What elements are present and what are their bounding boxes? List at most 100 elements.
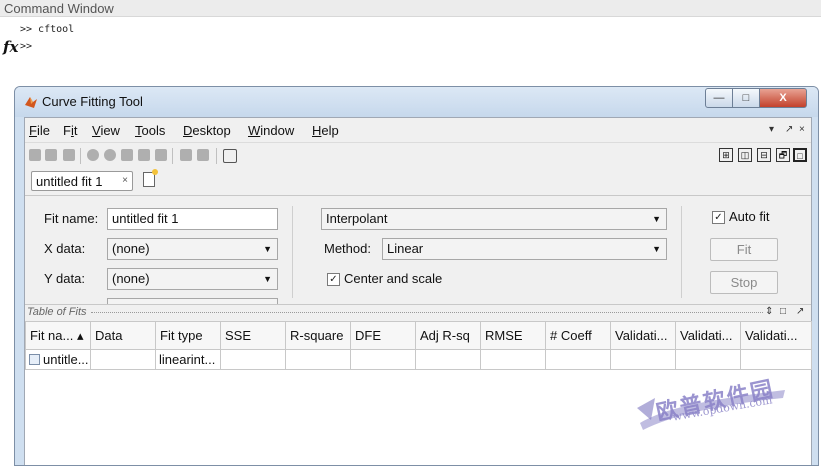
tab-close-icon[interactable]: × — [122, 175, 128, 186]
close-button[interactable]: X — [759, 88, 807, 108]
pan-hand-icon[interactable] — [121, 149, 133, 161]
command-window-title: Command Window — [0, 0, 821, 17]
layout-top-bottom-icon[interactable]: ⊟ — [757, 148, 771, 162]
fit-settings-panel: Fit name: untitled fit 1 X data: (none) ▼… — [25, 195, 811, 304]
fit-name-label: Fit name: — [44, 211, 99, 226]
menu-tools[interactable]: Tools — [135, 123, 165, 138]
menu-window[interactable]: Window — [248, 123, 294, 138]
toolbar-separator — [216, 148, 217, 164]
minimize-button[interactable]: — — [705, 88, 733, 108]
chevron-down-icon: ▼ — [263, 244, 272, 254]
maximize-button[interactable]: □ — [732, 88, 760, 108]
fit-button[interactable]: Fit — [710, 238, 778, 261]
table-cell-fit-type[interactable]: linearint... — [155, 349, 221, 370]
matlab-logo-icon — [25, 97, 37, 108]
menu-file[interactable]: File — [29, 123, 50, 138]
axes-limits-icon[interactable] — [223, 149, 237, 163]
new-fit-icon[interactable] — [143, 169, 158, 187]
table-cell[interactable] — [675, 349, 741, 370]
collapse-icon[interactable]: ⇕ — [765, 306, 773, 317]
window-title: Curve Fitting Tool — [42, 94, 143, 109]
column-header-validation-1[interactable]: Validati... — [610, 321, 676, 350]
data-cursor-icon[interactable] — [138, 149, 150, 161]
maximize-panel-icon[interactable]: □ — [780, 306, 786, 317]
title-bar[interactable]: Curve Fitting Tool — □ X — [15, 87, 818, 117]
column-header-validation-3[interactable]: Validati... — [740, 321, 812, 350]
table-of-fits-header: Table of Fits ⇕ □ ↗ — [25, 304, 811, 321]
fx-icon[interactable]: fx — [3, 38, 18, 56]
close-panel-icon[interactable]: × — [799, 124, 805, 135]
menu-collapse-icon[interactable]: ▾ — [769, 124, 774, 135]
legend-icon[interactable] — [180, 149, 192, 161]
chevron-down-icon: ▼ — [652, 244, 661, 254]
table-cell[interactable] — [740, 349, 812, 370]
table-cell[interactable] — [480, 349, 546, 370]
stop-button[interactable]: Stop — [710, 271, 778, 294]
method-label: Method: — [324, 241, 371, 256]
exclude-outliers-icon[interactable] — [155, 149, 167, 161]
column-header-num-coeff[interactable]: # Coeff — [545, 321, 611, 350]
y-data-select[interactable]: (none) ▼ — [107, 268, 278, 290]
x-data-select[interactable]: (none) ▼ — [107, 238, 278, 260]
table-cell[interactable] — [350, 349, 416, 370]
table-cell[interactable] — [545, 349, 611, 370]
toolbar-separator — [172, 148, 173, 164]
divider — [681, 206, 682, 298]
tab-label: untitled fit 1 — [36, 174, 103, 189]
fit-row-icon — [29, 354, 40, 365]
dock-grip[interactable] — [91, 312, 763, 313]
forward-icon[interactable] — [45, 149, 57, 161]
center-scale-checkbox[interactable]: ✓ — [327, 273, 340, 286]
column-header-adj-r-sq[interactable]: Adj R-sq — [415, 321, 481, 350]
undock-icon[interactable]: ↗ — [785, 124, 793, 135]
undock-icon[interactable]: ↗ — [796, 306, 804, 317]
table-cell[interactable] — [285, 349, 351, 370]
column-header-sse[interactable]: SSE — [220, 321, 286, 350]
command-prompt[interactable]: >> — [20, 41, 32, 52]
toolbar-separator — [80, 148, 81, 164]
table-cell[interactable] — [415, 349, 481, 370]
toolbar: ⊞ ◫ ⊟ 🗗 □ — [25, 142, 811, 169]
center-scale-label: Center and scale — [344, 271, 443, 286]
command-history-line: >> cftool — [20, 24, 75, 35]
menu-view[interactable]: View — [92, 123, 120, 138]
table-header-row: Fit na... ▴ Data Fit type SSE R-square D… — [25, 321, 812, 350]
divider — [292, 206, 293, 298]
print-icon[interactable] — [63, 149, 75, 161]
column-header-r-square[interactable]: R-square — [285, 321, 351, 350]
column-header-dfe[interactable]: DFE — [350, 321, 416, 350]
fit-type-select[interactable]: Interpolant ▼ — [321, 208, 667, 230]
y-data-label: Y data: — [44, 271, 85, 286]
menu-bar: File Fit View Tools Desktop Window Help … — [25, 118, 811, 142]
column-header-validation-2[interactable]: Validati... — [675, 321, 741, 350]
menu-fit[interactable]: Fit — [63, 123, 77, 138]
auto-fit-label: Auto fit — [729, 209, 770, 224]
layout-left-right-icon[interactable]: ◫ — [738, 148, 752, 162]
chevron-down-icon: ▼ — [652, 214, 661, 224]
column-header-fit-type[interactable]: Fit type — [155, 321, 221, 350]
layout-maximize-icon[interactable]: □ — [793, 148, 807, 162]
method-select[interactable]: Linear ▼ — [382, 238, 667, 260]
auto-fit-checkbox[interactable]: ✓ — [712, 211, 725, 224]
tab-untitled-fit-1[interactable]: untitled fit 1 × — [31, 171, 133, 191]
table-of-fits-title: Table of Fits — [27, 306, 87, 318]
grid-icon[interactable] — [197, 149, 209, 161]
table-cell[interactable] — [220, 349, 286, 370]
zoom-out-icon[interactable] — [104, 149, 116, 161]
back-icon[interactable] — [29, 149, 41, 161]
fit-tab-strip: untitled fit 1 × — [25, 168, 811, 194]
zoom-in-icon[interactable] — [87, 149, 99, 161]
menu-help[interactable]: Help — [312, 123, 339, 138]
menu-desktop[interactable]: Desktop — [183, 123, 231, 138]
table-cell[interactable] — [610, 349, 676, 370]
table-cell-fit-name[interactable]: untitle... — [25, 349, 91, 370]
table-row[interactable]: untitle... linearint... — [25, 349, 812, 370]
layout-float-icon[interactable]: 🗗 — [776, 148, 790, 162]
column-header-rmse[interactable]: RMSE — [480, 321, 546, 350]
chevron-down-icon: ▼ — [263, 274, 272, 284]
table-cell[interactable] — [90, 349, 156, 370]
column-header-data[interactable]: Data — [90, 321, 156, 350]
layout-tile-icon[interactable]: ⊞ — [719, 148, 733, 162]
fit-name-input[interactable]: untitled fit 1 — [107, 208, 278, 230]
column-header-fit-name[interactable]: Fit na... ▴ — [25, 321, 91, 350]
